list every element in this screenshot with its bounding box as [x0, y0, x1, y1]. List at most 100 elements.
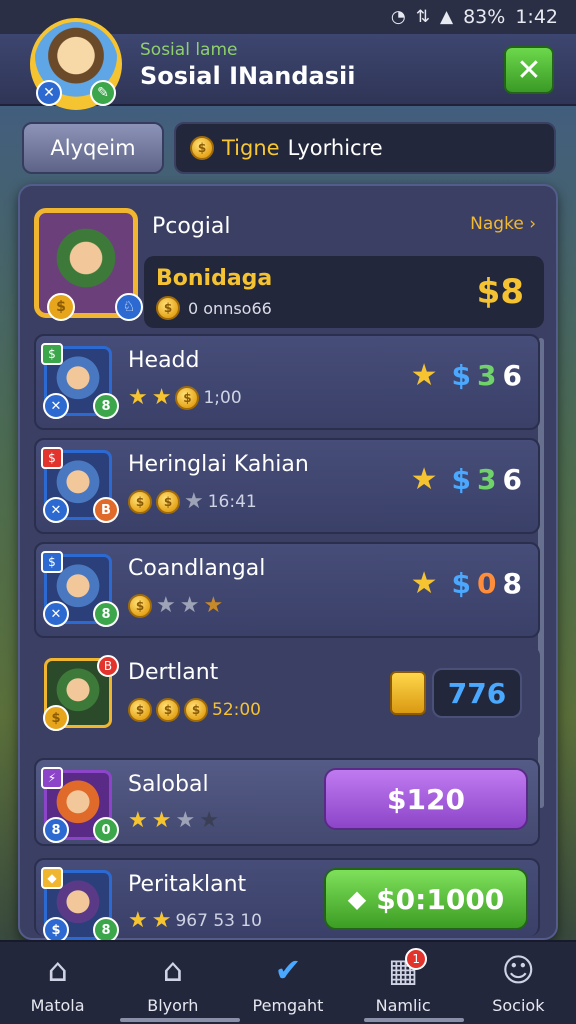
item-price: 776: [390, 668, 522, 718]
item-meta-text: 1;00: [203, 388, 242, 408]
star-icon: ★: [410, 462, 438, 497]
featured-sub: $ 0 onnso66: [156, 296, 272, 320]
star-icon: ★: [151, 385, 172, 410]
nav-namlic[interactable]: ▦ 1 Namlic: [353, 948, 453, 1015]
nav-label: Pemgaht: [252, 996, 324, 1015]
list-item-coandlangal[interactable]: $ ✕ 8 Coandlangal $ ★ ★ ★ ★ $ 0 8: [34, 542, 540, 638]
header: ✕ ✎ Sosial lame Sosial INandasii ✕: [0, 18, 576, 110]
price-digit: 6: [502, 359, 522, 392]
tag-icon: B: [97, 655, 119, 677]
coin-badge-icon: $: [43, 705, 69, 731]
featured-more-label: Nagke: [470, 214, 524, 234]
star-empty-icon: ★: [156, 593, 176, 618]
item-thumbnail: ⚡ 8 0: [41, 767, 119, 843]
item-meta: $ $ $ 52:00: [128, 698, 261, 722]
tag-icon: $: [41, 447, 63, 469]
coin-icon: $: [156, 698, 180, 722]
list-item-heringlai-kahian[interactable]: $ ✕ B Heringlai Kahian $ $ ★ 16:41 ★ $ 3…: [34, 438, 540, 534]
list-item-peritaklant[interactable]: ◆ $ 8 Peritaklant ★ ★ 967 53 10 ◆ $0:100…: [34, 858, 540, 943]
price-digit: 6: [502, 463, 522, 496]
person-icon: ☺: [501, 951, 536, 989]
home-indicator: [120, 1018, 240, 1022]
page-title: Sosial INandasii: [140, 62, 356, 90]
home-indicator: [364, 1018, 464, 1022]
featured-more-link[interactable]: Nagke ›: [470, 214, 536, 234]
item-thumbnail: $ ✕ B: [41, 447, 119, 523]
star-empty-icon: ★: [184, 489, 204, 514]
price-box: 776: [432, 668, 522, 718]
item-thumbnail: B $: [43, 655, 119, 731]
nav-blyorh[interactable]: ⌂ Blyorh: [123, 950, 223, 1015]
badge-left-icon: ✕: [43, 601, 69, 627]
item-name: Coandlangal: [128, 556, 266, 581]
nav-matola[interactable]: ⌂ Matola: [8, 950, 108, 1015]
star-icon: ★: [128, 808, 148, 833]
tag-icon: $: [41, 343, 63, 365]
nav-sociok[interactable]: ☺ Sociok: [468, 950, 568, 1015]
price-digit: 3: [477, 463, 497, 496]
close-button[interactable]: ✕: [504, 46, 554, 94]
knight-badge-icon: ♘: [115, 293, 143, 321]
featured-detail: Bonidaga $ 0 onnso66 $8: [144, 256, 544, 328]
buy-button-salobal[interactable]: $120: [324, 768, 528, 830]
item-meta: ★ ★ ★ ★: [128, 810, 219, 832]
badge-left-icon: ✕: [43, 497, 69, 523]
price-tag-icon: ◆: [347, 885, 367, 913]
tab-alyqeim[interactable]: Alyqeim: [22, 122, 164, 174]
list-item-dertlant[interactable]: B $ Dertlant $ $ $ 52:00 776: [34, 646, 540, 742]
item-meta-text: 16:41: [207, 492, 257, 512]
item-thumbnail: $ ✕ 8: [41, 343, 119, 419]
coin-icon: $: [128, 698, 152, 722]
clock: 1:42: [515, 6, 558, 28]
nav-label: Namlic: [375, 996, 431, 1015]
bottom-navigation: ⌂ Matola ⌂ Blyorh ✔ Pemgaht ▦ 1 Namlic ☺…: [0, 940, 576, 1024]
item-meta-text: 967 53 10: [175, 911, 262, 931]
tag-icon: $: [41, 551, 63, 573]
buy-button-peritaklant[interactable]: ◆ $0:1000: [324, 868, 528, 930]
notification-badge: 1: [405, 948, 428, 970]
badge-right-icon: B: [93, 497, 119, 523]
badge-right-icon: 0: [93, 817, 119, 843]
star-empty-icon: ★: [175, 808, 196, 833]
coin-icon: $: [175, 386, 200, 410]
coin-icon: $: [190, 136, 214, 160]
list-item-salobal[interactable]: ⚡ 8 0 Salobal ★ ★ ★ ★ $120: [34, 758, 540, 846]
item-name: Peritaklant: [128, 872, 247, 897]
list-item-headd[interactable]: $ ✕ 8 Headd ★ ★ $ 1;00 ★ $ 3 6: [34, 334, 540, 430]
coin-icon: $: [128, 490, 152, 514]
featured-item[interactable]: $ ♘ Pcogial Nagke › Bonidaga $ 0 onnso66…: [34, 196, 544, 328]
star-icon: ★: [128, 385, 148, 410]
item-name: Heringlai Kahian: [128, 452, 309, 477]
signal-icon: ▲: [440, 7, 454, 27]
item-name: Dertlant: [128, 660, 219, 685]
badge-right-icon: 8: [93, 601, 119, 627]
featured-portrait: $ ♘: [34, 208, 143, 321]
tab-row: Alyqeim $ Tigne Lyorhicre: [22, 122, 556, 174]
check-circle-icon: ✔: [274, 951, 302, 989]
tab-label-rest: Lyorhicre: [287, 136, 383, 160]
featured-gold-name: Bonidaga: [156, 266, 273, 291]
coin-icon: $: [184, 698, 208, 722]
star-icon: ★: [128, 908, 148, 933]
tab-lyorhicre[interactable]: $ Tigne Lyorhicre: [174, 122, 556, 174]
featured-name: Pcogial: [152, 214, 231, 239]
header-subtitle: Sosial lame: [140, 40, 238, 60]
shield-icon: ✕: [36, 80, 62, 106]
coin-badge-icon: $: [47, 293, 75, 321]
profile-avatar[interactable]: ✕ ✎: [30, 18, 122, 110]
badge-left-icon: 8: [43, 817, 69, 843]
badge-right-icon: 8: [93, 393, 119, 419]
battery-percent: 83%: [463, 6, 506, 28]
item-meta: ★ ★ 967 53 10: [128, 910, 262, 932]
sword-icon: ✎: [90, 80, 116, 106]
item-meta: ★ ★ $ 1;00: [128, 386, 242, 410]
close-icon: ✕: [516, 52, 542, 88]
price-digit: 8: [502, 567, 522, 600]
data-icon: ⇅: [415, 7, 431, 27]
star-empty-icon: ★: [179, 593, 200, 618]
star-icon: ★: [203, 593, 224, 618]
gold-cube-icon: [390, 671, 426, 715]
nav-pemgaht[interactable]: ✔ Pemgaht: [238, 950, 338, 1015]
lightning-icon: ⚡: [41, 767, 63, 789]
coin-icon: $: [128, 594, 152, 618]
